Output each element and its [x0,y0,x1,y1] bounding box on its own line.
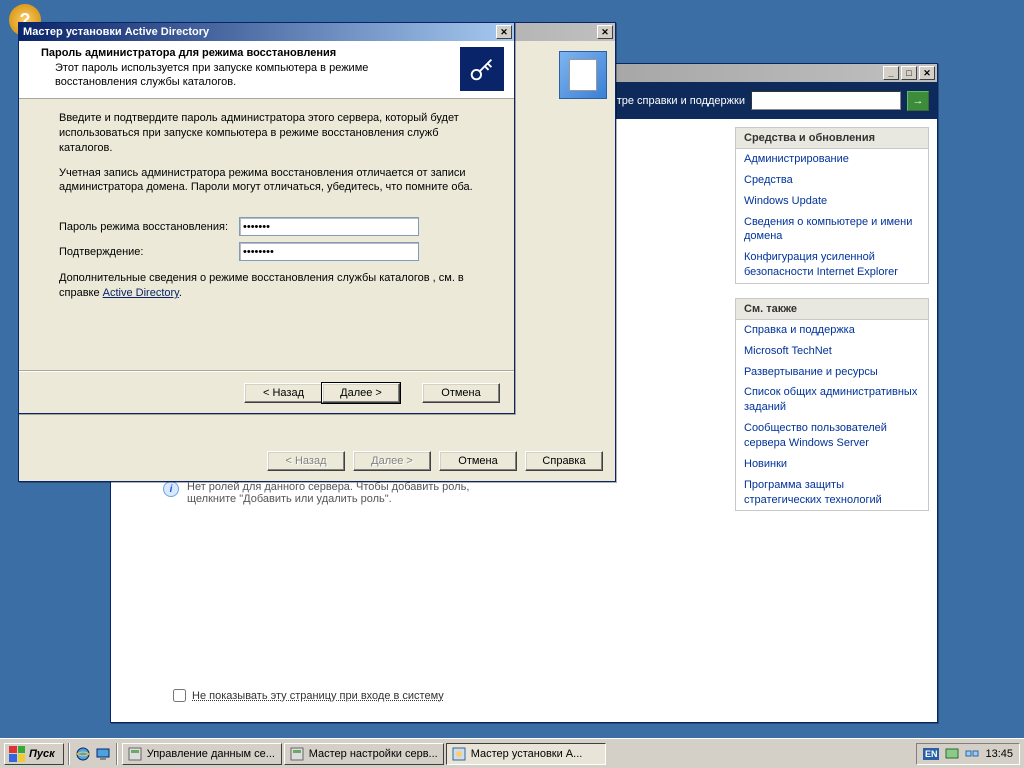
next-button[interactable]: Далее > [322,383,400,403]
maximize-button[interactable]: □ [901,66,917,80]
wizard-icon [559,51,607,99]
password-label: Пароль режима восстановления: [59,221,239,233]
dont-show-checkbox[interactable] [173,689,186,702]
wizard-footer: < Назад Далее > Отмена [19,371,514,413]
windows-logo-icon [9,746,25,762]
ad-titlebar[interactable]: Мастер установки Active Directory ✕ [19,23,514,41]
search-input[interactable] [751,91,901,110]
no-roles-text: Нет ролей для данного сервера. Чтобы доб… [187,481,507,505]
panel-link[interactable]: Развертывание и ресурсы [736,362,928,383]
tools-panel: Средства и обновления Администрирование … [735,127,929,284]
taskbar-item-label: Мастер настройки серв... [309,748,438,760]
panel-link[interactable]: Справка и поддержка [736,320,928,341]
info-icon: i [163,481,179,497]
wizard-para-2: Учетная запись администратора режима вос… [59,166,474,196]
start-button[interactable]: Пуск [4,743,64,765]
close-button[interactable]: ✕ [597,25,613,39]
next-button: Далее > [353,451,431,471]
wizard-content: Введите и подтвердите пароль администрат… [19,99,514,301]
dont-show-label: Не показывать эту страницу при входе в с… [192,690,444,702]
tray-vm-icon[interactable] [945,747,959,761]
help-button[interactable]: Справка [525,451,603,471]
confirm-label: Подтверждение: [59,246,239,258]
directory-icon [451,746,467,762]
panel-link[interactable]: Конфигурация усиленной безопасности Inte… [736,247,928,283]
separator [68,743,70,765]
server-right-pane: Средства и обновления Администрирование … [727,119,937,722]
wizard-header-title: Пароль администратора для режима восстан… [41,47,502,59]
clock[interactable]: 13:45 [985,748,1013,760]
quicklaunch-desktop-icon[interactable] [94,745,112,763]
server-icon [289,746,305,762]
cancel-button[interactable]: Отмена [422,383,500,403]
panel-link[interactable]: Windows Update [736,191,928,212]
wizard-para-1: Введите и подтвердите пароль администрат… [59,111,474,156]
wizard-header-subtitle: Этот пароль используется при запуске ком… [55,62,405,90]
panel-link[interactable]: Сведения о компьютере и имени домена [736,212,928,248]
language-indicator[interactable]: EN [923,748,940,760]
close-button[interactable]: ✕ [496,25,512,39]
cancel-button[interactable]: Отмена [439,451,517,471]
close-button[interactable]: ✕ [919,66,935,80]
password-input[interactable] [239,217,419,236]
back-button: < Назад [267,451,345,471]
taskbar-item-config-wizard[interactable]: Мастер настройки серв... [284,743,444,765]
panel-link[interactable]: Microsoft TechNet [736,341,928,362]
confirm-password-input[interactable] [239,242,419,261]
key-icon [460,47,504,91]
taskbar-item-label: Управление данным се... [147,748,275,760]
taskbar: Пуск Управление данным се... Мастер наст… [0,738,1024,768]
separator [116,743,118,765]
panel-link[interactable]: Сообщество пользователей сервера Windows… [736,418,928,454]
tray-network-icon[interactable] [965,747,979,761]
quicklaunch-ie-icon[interactable] [74,745,92,763]
panel-link[interactable]: Средства [736,170,928,191]
taskbar-item-ad-wizard[interactable]: Мастер установки A... [446,743,606,765]
wizard-header: Пароль администратора для режима восстан… [19,41,514,99]
back-button[interactable]: < Назад [244,383,322,403]
search-go-button[interactable]: → [907,91,929,111]
panel-link[interactable]: Администрирование [736,149,928,170]
panel-link[interactable]: Новинки [736,454,928,475]
panel-header: Средства и обновления [736,128,928,149]
ad-wizard-window: Мастер установки Active Directory ✕ Паро… [18,22,515,414]
server-icon [127,746,143,762]
taskbar-item-manage[interactable]: Управление данным се... [122,743,282,765]
active-directory-link[interactable]: Active Directory [103,287,179,299]
ad-window-title: Мастер установки Active Directory [21,26,494,38]
panel-link[interactable]: Список общих административных заданий [736,382,928,418]
taskbar-item-label: Мастер установки A... [471,748,583,760]
panel-link[interactable]: Программа защиты стратегических технолог… [736,475,928,511]
start-label: Пуск [29,748,55,760]
panel-header: См. также [736,299,928,320]
see-also-panel: См. также Справка и поддержка Microsoft … [735,298,929,511]
system-tray: EN 13:45 [916,743,1020,765]
minimize-button[interactable]: _ [883,66,899,80]
